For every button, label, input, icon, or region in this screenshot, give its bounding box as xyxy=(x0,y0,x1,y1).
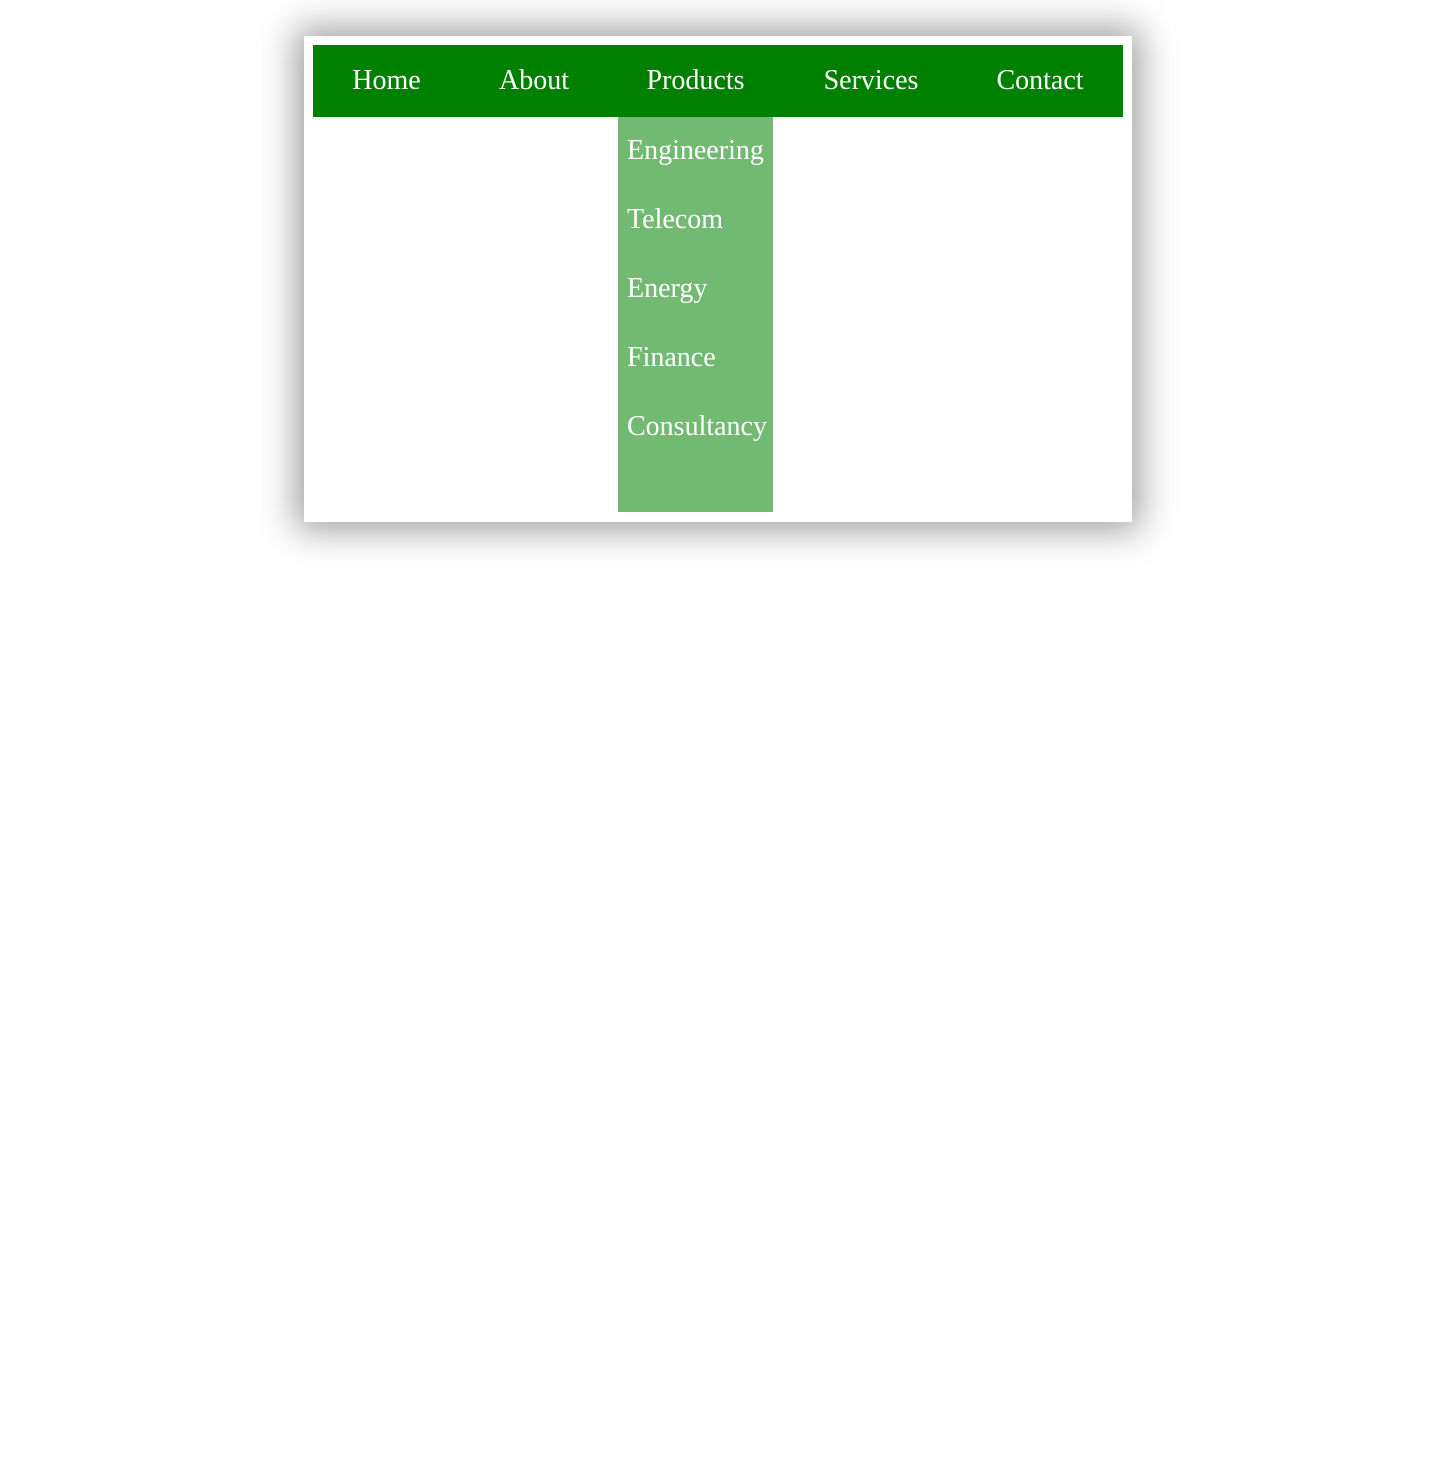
products-dropdown: Engineering Telecom Energy Finance Consu… xyxy=(618,117,773,512)
nav-item-about[interactable]: About xyxy=(460,45,608,117)
dropdown-item-consultancy[interactable]: Consultancy xyxy=(627,407,767,447)
dropdown-item-telecom[interactable]: Telecom xyxy=(627,200,723,240)
menu-frame: Home About Products Services Contact Eng… xyxy=(304,36,1132,522)
nav-item-services[interactable]: Services xyxy=(793,45,949,117)
nav-item-home[interactable]: Home xyxy=(313,45,460,117)
navbar: Home About Products Services Contact xyxy=(313,45,1123,117)
dropdown-item-finance[interactable]: Finance xyxy=(627,338,716,378)
dropdown-item-energy[interactable]: Energy xyxy=(627,269,707,309)
nav-item-products[interactable]: Products xyxy=(618,45,773,117)
nav-item-contact[interactable]: Contact xyxy=(965,45,1115,117)
dropdown-item-engineering[interactable]: Engineering xyxy=(627,131,764,171)
